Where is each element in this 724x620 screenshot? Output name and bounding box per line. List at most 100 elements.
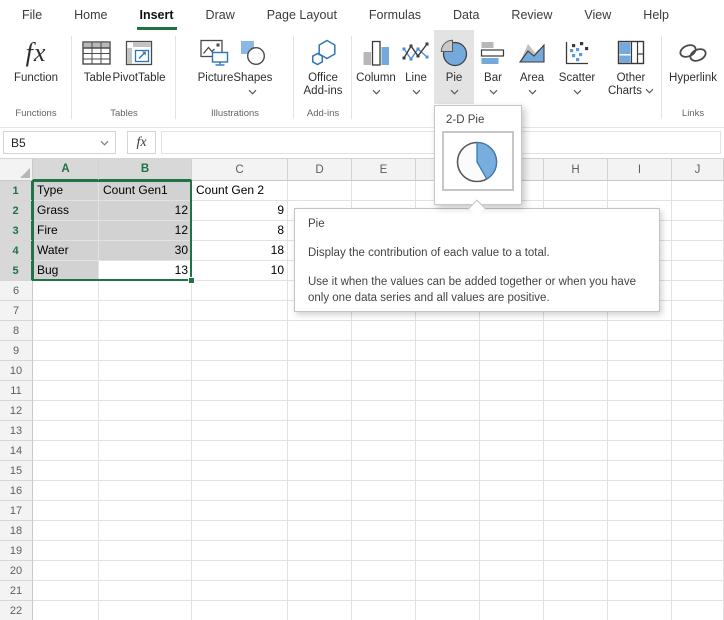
cell-J5[interactable] — [672, 261, 724, 281]
fill-handle[interactable] — [188, 277, 195, 284]
pivottable-button[interactable]: PivotTable — [112, 30, 165, 104]
name-box[interactable]: B5 — [3, 131, 116, 154]
cell-D18[interactable] — [288, 521, 352, 541]
cell-E12[interactable] — [352, 401, 416, 421]
cell-H8[interactable] — [544, 321, 608, 341]
cell-H14[interactable] — [544, 441, 608, 461]
row-header-16[interactable]: 16 — [0, 481, 33, 501]
column-header-B[interactable]: B — [99, 159, 192, 181]
cell-D22[interactable] — [288, 601, 352, 620]
function-button[interactable]: fx Function — [14, 30, 58, 104]
tab-page-layout[interactable]: Page Layout — [251, 0, 353, 30]
cell-A2[interactable]: Grass — [33, 201, 99, 221]
cell-J12[interactable] — [672, 401, 724, 421]
cell-G19[interactable] — [480, 541, 544, 561]
cell-I11[interactable] — [608, 381, 672, 401]
cell-C22[interactable] — [192, 601, 288, 620]
cell-F10[interactable] — [416, 361, 480, 381]
cell-C14[interactable] — [192, 441, 288, 461]
cell-A16[interactable] — [33, 481, 99, 501]
insert-function-button[interactable]: fx — [127, 131, 156, 154]
cell-J4[interactable] — [672, 241, 724, 261]
cell-J6[interactable] — [672, 281, 724, 301]
cell-F8[interactable] — [416, 321, 480, 341]
cell-A22[interactable] — [33, 601, 99, 620]
cell-D20[interactable] — [288, 561, 352, 581]
cell-E9[interactable] — [352, 341, 416, 361]
cell-J8[interactable] — [672, 321, 724, 341]
cell-F11[interactable] — [416, 381, 480, 401]
cell-H18[interactable] — [544, 521, 608, 541]
cell-J1[interactable] — [672, 181, 724, 201]
row-header-14[interactable]: 14 — [0, 441, 33, 461]
cell-B11[interactable] — [99, 381, 192, 401]
select-all-corner[interactable] — [0, 159, 33, 181]
cell-A11[interactable] — [33, 381, 99, 401]
cell-A17[interactable] — [33, 501, 99, 521]
cell-G21[interactable] — [480, 581, 544, 601]
cell-E19[interactable] — [352, 541, 416, 561]
cell-E8[interactable] — [352, 321, 416, 341]
cell-F20[interactable] — [416, 561, 480, 581]
cell-I16[interactable] — [608, 481, 672, 501]
cell-F12[interactable] — [416, 401, 480, 421]
tab-review[interactable]: Review — [495, 0, 568, 30]
cell-A4[interactable]: Water — [33, 241, 99, 261]
cell-C3[interactable]: 8 — [192, 221, 288, 241]
picture-button[interactable]: Picture — [198, 30, 234, 104]
cell-E14[interactable] — [352, 441, 416, 461]
cell-J14[interactable] — [672, 441, 724, 461]
cell-A9[interactable] — [33, 341, 99, 361]
cell-D16[interactable] — [288, 481, 352, 501]
cell-F9[interactable] — [416, 341, 480, 361]
cell-G22[interactable] — [480, 601, 544, 620]
cell-I10[interactable] — [608, 361, 672, 381]
row-header-13[interactable]: 13 — [0, 421, 33, 441]
table-button[interactable]: Table — [82, 30, 112, 104]
row-header-18[interactable]: 18 — [0, 521, 33, 541]
cell-F13[interactable] — [416, 421, 480, 441]
cell-D9[interactable] — [288, 341, 352, 361]
row-header-10[interactable]: 10 — [0, 361, 33, 381]
cell-F17[interactable] — [416, 501, 480, 521]
cell-D10[interactable] — [288, 361, 352, 381]
cell-E20[interactable] — [352, 561, 416, 581]
cell-C9[interactable] — [192, 341, 288, 361]
cell-G16[interactable] — [480, 481, 544, 501]
cell-C2[interactable]: 9 — [192, 201, 288, 221]
hyperlink-button[interactable]: Hyperlink — [669, 30, 717, 104]
cell-B2[interactable]: 12 — [99, 201, 192, 221]
cell-E22[interactable] — [352, 601, 416, 620]
cell-C7[interactable] — [192, 301, 288, 321]
cell-J7[interactable] — [672, 301, 724, 321]
cell-H15[interactable] — [544, 461, 608, 481]
cell-B7[interactable] — [99, 301, 192, 321]
cell-C19[interactable] — [192, 541, 288, 561]
cell-E18[interactable] — [352, 521, 416, 541]
cell-B1[interactable]: Count Gen1 — [99, 181, 192, 201]
cell-H22[interactable] — [544, 601, 608, 620]
cell-E13[interactable] — [352, 421, 416, 441]
cell-B6[interactable] — [99, 281, 192, 301]
cell-G8[interactable] — [480, 321, 544, 341]
cell-F19[interactable] — [416, 541, 480, 561]
cell-C18[interactable] — [192, 521, 288, 541]
cell-B12[interactable] — [99, 401, 192, 421]
cell-J11[interactable] — [672, 381, 724, 401]
cell-E15[interactable] — [352, 461, 416, 481]
column-chart-button[interactable]: Column — [354, 30, 398, 104]
cell-I19[interactable] — [608, 541, 672, 561]
cell-A19[interactable] — [33, 541, 99, 561]
cell-A14[interactable] — [33, 441, 99, 461]
cell-B14[interactable] — [99, 441, 192, 461]
tab-formulas[interactable]: Formulas — [353, 0, 437, 30]
cell-C6[interactable] — [192, 281, 288, 301]
cell-F14[interactable] — [416, 441, 480, 461]
cell-G18[interactable] — [480, 521, 544, 541]
cell-J20[interactable] — [672, 561, 724, 581]
row-header-7[interactable]: 7 — [0, 301, 33, 321]
tab-file[interactable]: File — [6, 0, 58, 30]
column-header-E[interactable]: E — [352, 159, 416, 181]
cell-G14[interactable] — [480, 441, 544, 461]
cell-A18[interactable] — [33, 521, 99, 541]
